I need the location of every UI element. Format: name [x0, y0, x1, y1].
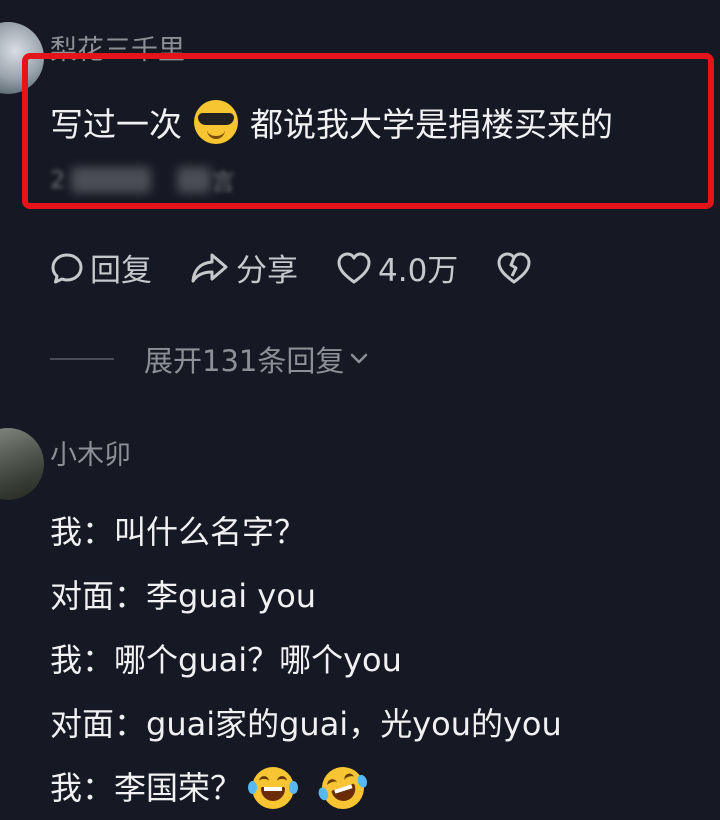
like-button[interactable]: 4.0万	[336, 245, 458, 290]
like-count: 4.0万	[378, 253, 459, 289]
expand-replies[interactable]: 展开131条回复	[50, 338, 370, 380]
expand-replies-label: 展开131条回复	[144, 344, 345, 378]
reply-bubble-icon	[51, 253, 83, 283]
rolling-laughing-emoji-icon	[248, 767, 299, 809]
chevron-down-icon	[351, 353, 368, 364]
divider-line	[50, 358, 114, 360]
reply-label: 回复	[90, 253, 152, 289]
reply-button[interactable]: 回复	[50, 245, 152, 290]
dislike-button[interactable]	[496, 251, 538, 285]
comment-line: 我：李国荣？	[50, 756, 562, 820]
comment-username[interactable]: 小木卯	[50, 433, 131, 472]
broken-heart-icon	[497, 252, 531, 283]
heart-icon	[337, 252, 371, 283]
comment-meta-blurred: 2 言	[50, 165, 236, 197]
share-button[interactable]: 分享	[190, 245, 298, 290]
cool-sunglasses-emoji-icon	[194, 100, 238, 144]
comment-text-part: 写过一次	[50, 105, 182, 144]
comment-line: 对面：guai家的guai，光you的you	[50, 705, 562, 743]
avatar[interactable]	[0, 428, 44, 500]
comment-line: 我：哪个guai？哪个you	[50, 641, 402, 679]
share-arrow-icon	[191, 253, 228, 282]
share-label: 分享	[236, 253, 298, 289]
comment-line: 我：叫什么名字？	[50, 513, 307, 551]
rolling-laughing-emoji-icon	[316, 761, 370, 815]
comment-line: 对面：李guai you	[50, 577, 317, 615]
comment-text-part: 都说我大学是捐楼买来的	[250, 105, 613, 144]
comment-actions: 回复 分享 4.0万	[50, 245, 576, 290]
comment-text: 写过一次 都说我大学是捐楼买来的	[50, 98, 613, 146]
comment-body: 我：叫什么名字？ 对面：李guai you 我：哪个guai？哪个you 对面：…	[50, 500, 562, 820]
